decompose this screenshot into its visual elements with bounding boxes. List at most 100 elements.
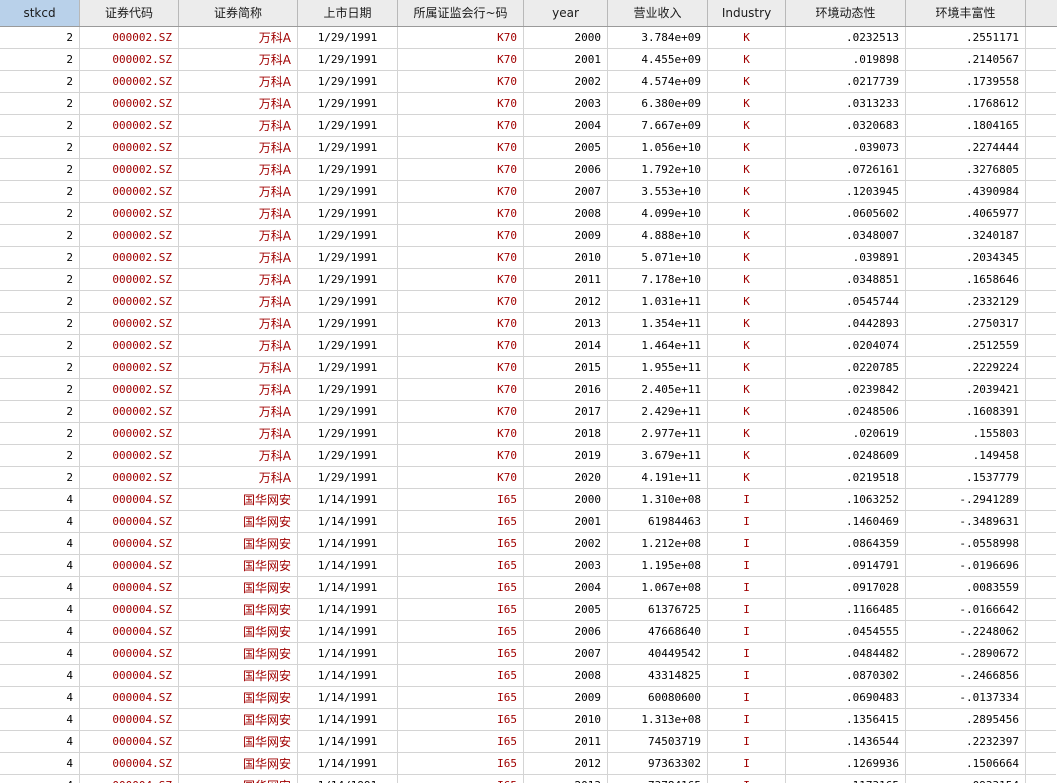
cell-env-dynamism[interactable]: .0484482 — [786, 643, 906, 665]
cell-year[interactable]: 2018 — [524, 423, 608, 445]
cell-industry[interactable]: K — [708, 71, 786, 93]
cell-year[interactable]: 2009 — [524, 225, 608, 247]
cell-stkcd[interactable]: 4 — [0, 687, 80, 709]
cell-env-dynamism[interactable]: .0870302 — [786, 665, 906, 687]
cell-security-name[interactable]: 国华网安 — [179, 599, 298, 621]
cell-industry[interactable]: K — [708, 313, 786, 335]
cell-security-name[interactable]: 万科A — [179, 27, 298, 49]
cell-industry[interactable]: I — [708, 489, 786, 511]
cell-stkcd[interactable]: 4 — [0, 599, 80, 621]
cell-stkcd[interactable]: 2 — [0, 159, 80, 181]
cell-security-name[interactable]: 国华网安 — [179, 533, 298, 555]
cell-listing-date[interactable]: 1/14/1991 — [298, 621, 398, 643]
cell-env-dynamism[interactable]: .1436544 — [786, 731, 906, 753]
cell-listing-date[interactable]: 1/29/1991 — [298, 137, 398, 159]
cell-listing-date[interactable]: 1/29/1991 — [298, 27, 398, 49]
cell-stkcd[interactable]: 4 — [0, 643, 80, 665]
cell-env-dynamism[interactable]: .0348851 — [786, 269, 906, 291]
cell-env-munificence[interactable]: .2274444 — [906, 137, 1026, 159]
cell-year[interactable]: 2005 — [524, 137, 608, 159]
cell-csrc-industry-code[interactable]: I65 — [398, 665, 524, 687]
cell-security-code[interactable]: 000004.SZ — [80, 687, 179, 709]
cell-security-name[interactable]: 万科A — [179, 445, 298, 467]
cell-operating-revenue[interactable]: 47668640 — [608, 621, 708, 643]
cell-year[interactable]: 2000 — [524, 27, 608, 49]
cell-industry[interactable]: K — [708, 225, 786, 247]
cell-env-dynamism[interactable]: .0864359 — [786, 533, 906, 555]
table-row[interactable]: 2 000002.SZ 万科A 1/29/1991 K70 2010 5.071e+10 K.… — [0, 247, 1057, 269]
cell-listing-date[interactable]: 1/29/1991 — [298, 423, 398, 445]
cell-env-munificence[interactable]: -.2248062 — [906, 621, 1026, 643]
table-row[interactable]: 2 000002.SZ 万科A 1/29/1991 K70 2005 1.056e+10 K.… — [0, 137, 1057, 159]
cell-industry[interactable]: I — [708, 687, 786, 709]
cell-stkcd[interactable]: 2 — [0, 137, 80, 159]
cell-env-munificence[interactable]: .1537779 — [906, 467, 1026, 489]
cell-csrc-industry-code[interactable]: K70 — [398, 203, 524, 225]
cell-listing-date[interactable]: 1/29/1991 — [298, 225, 398, 247]
cell-year[interactable]: 2011 — [524, 731, 608, 753]
cell-security-name[interactable]: 万科A — [179, 159, 298, 181]
cell-operating-revenue[interactable]: 73784165 — [608, 775, 708, 783]
cell-csrc-industry-code[interactable]: I65 — [398, 511, 524, 533]
table-row[interactable]: 4 000004.SZ 国华网安 1/14/1991 I65 2000 1.310e+08 I… — [0, 489, 1057, 511]
cell-year[interactable]: 2010 — [524, 247, 608, 269]
cell-year[interactable]: 2002 — [524, 533, 608, 555]
cell-stkcd[interactable]: 2 — [0, 423, 80, 445]
cell-listing-date[interactable]: 1/29/1991 — [298, 467, 398, 489]
cell-env-munificence[interactable]: .0083559 — [906, 577, 1026, 599]
cell-security-code[interactable]: 000002.SZ — [80, 115, 179, 137]
cell-env-munificence[interactable]: .1739558 — [906, 71, 1026, 93]
cell-operating-revenue[interactable]: 40449542 — [608, 643, 708, 665]
cell-csrc-industry-code[interactable]: I65 — [398, 709, 524, 731]
cell-operating-revenue[interactable]: 43314825 — [608, 665, 708, 687]
cell-security-code[interactable]: 000004.SZ — [80, 599, 179, 621]
cell-env-munificence[interactable]: .1768612 — [906, 93, 1026, 115]
cell-security-code[interactable]: 000004.SZ — [80, 775, 179, 783]
cell-env-munificence[interactable]: .1658646 — [906, 269, 1026, 291]
table-row[interactable]: 4 000004.SZ 国华网安 1/14/1991 I65 2006 47668640 I.… — [0, 621, 1057, 643]
cell-env-dynamism[interactable]: .0248609 — [786, 445, 906, 467]
cell-security-name[interactable]: 万科A — [179, 115, 298, 137]
cell-env-munificence[interactable]: .2895456 — [906, 709, 1026, 731]
cell-operating-revenue[interactable]: 4.574e+09 — [608, 71, 708, 93]
cell-listing-date[interactable]: 1/29/1991 — [298, 71, 398, 93]
cell-csrc-industry-code[interactable]: I65 — [398, 599, 524, 621]
cell-operating-revenue[interactable]: 1.056e+10 — [608, 137, 708, 159]
cell-operating-revenue[interactable]: 2.405e+11 — [608, 379, 708, 401]
column-header-stkcd[interactable]: stkcd — [0, 0, 80, 26]
cell-security-name[interactable]: 国华网安 — [179, 489, 298, 511]
cell-operating-revenue[interactable]: 1.031e+11 — [608, 291, 708, 313]
cell-security-name[interactable]: 万科A — [179, 71, 298, 93]
cell-security-name[interactable]: 国华网安 — [179, 555, 298, 577]
column-header-year[interactable]: year — [524, 0, 608, 26]
cell-stkcd[interactable]: 2 — [0, 269, 80, 291]
cell-stkcd[interactable]: 2 — [0, 115, 80, 137]
cell-operating-revenue[interactable]: 1.464e+11 — [608, 335, 708, 357]
cell-year[interactable]: 2006 — [524, 159, 608, 181]
cell-operating-revenue[interactable]: 6.380e+09 — [608, 93, 708, 115]
cell-env-dynamism[interactable]: .0605602 — [786, 203, 906, 225]
cell-operating-revenue[interactable]: 7.178e+10 — [608, 269, 708, 291]
cell-env-munificence[interactable]: .4390984 — [906, 181, 1026, 203]
cell-listing-date[interactable]: 1/29/1991 — [298, 269, 398, 291]
cell-security-code[interactable]: 000004.SZ — [80, 533, 179, 555]
cell-csrc-industry-code[interactable]: I65 — [398, 489, 524, 511]
table-row[interactable]: 2 000002.SZ 万科A 1/29/1991 K70 2013 1.354e+11 K.… — [0, 313, 1057, 335]
cell-industry[interactable]: K — [708, 247, 786, 269]
cell-industry[interactable]: K — [708, 269, 786, 291]
cell-security-name[interactable]: 国华网安 — [179, 577, 298, 599]
cell-env-dynamism[interactable]: .0726161 — [786, 159, 906, 181]
cell-industry[interactable]: K — [708, 137, 786, 159]
cell-operating-revenue[interactable]: 74503719 — [608, 731, 708, 753]
table-row[interactable]: 2 000002.SZ 万科A 1/29/1991 K70 2019 3.679e+11 K.… — [0, 445, 1057, 467]
cell-industry[interactable]: I — [708, 775, 786, 783]
cell-env-dynamism[interactable]: .1063252 — [786, 489, 906, 511]
cell-year[interactable]: 2007 — [524, 181, 608, 203]
cell-stkcd[interactable]: 4 — [0, 533, 80, 555]
cell-security-code[interactable]: 000002.SZ — [80, 269, 179, 291]
table-row[interactable]: 4 000004.SZ 国华网安 1/14/1991 I65 2011 74503719 I.… — [0, 731, 1057, 753]
cell-env-munificence[interactable]: .2332129 — [906, 291, 1026, 313]
cell-year[interactable]: 2019 — [524, 445, 608, 467]
cell-security-code[interactable]: 000002.SZ — [80, 291, 179, 313]
cell-industry[interactable]: K — [708, 159, 786, 181]
